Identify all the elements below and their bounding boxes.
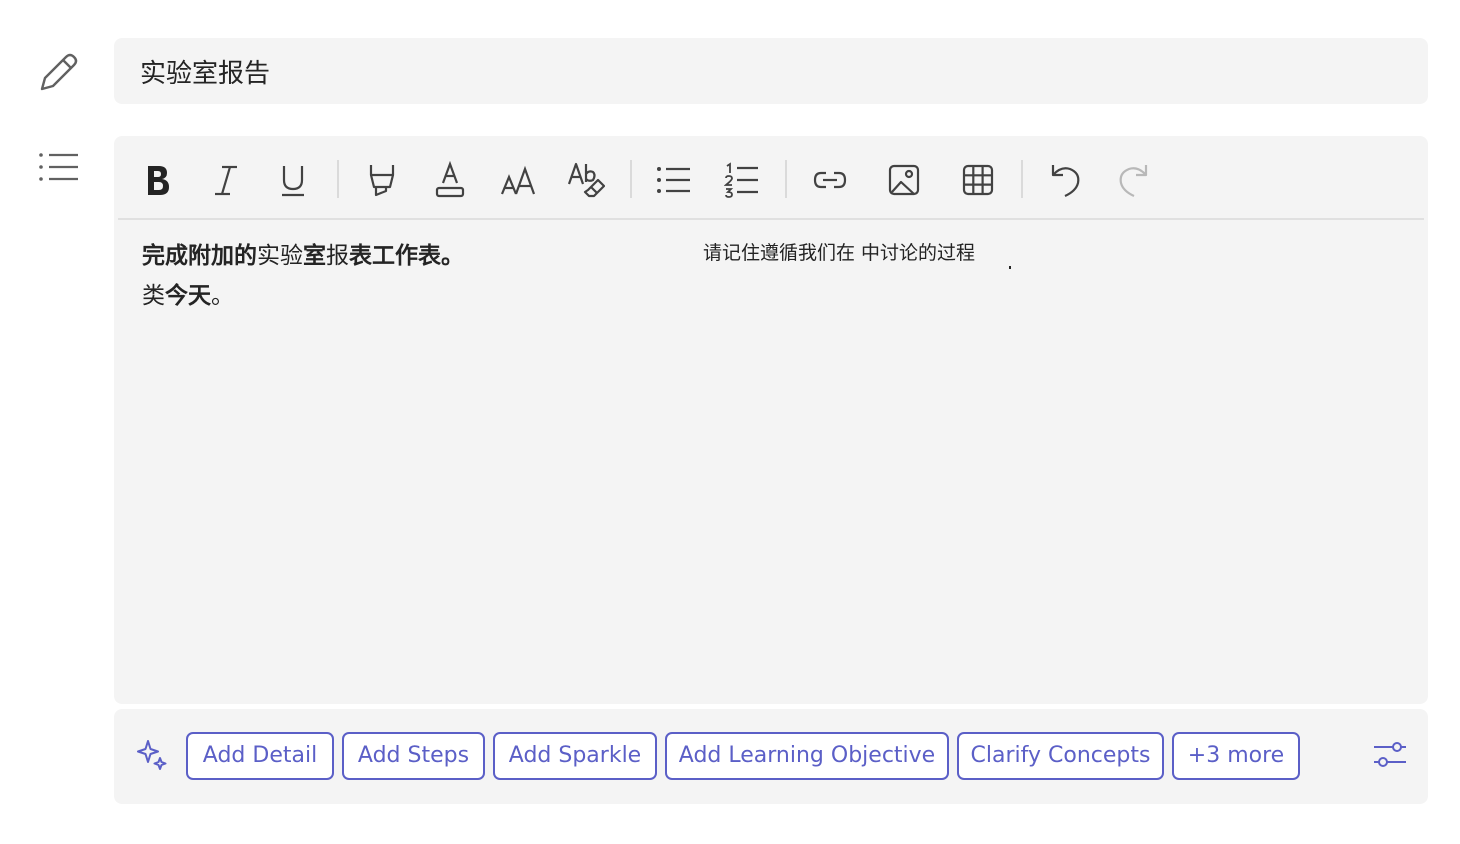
rich-text-editor[interactable]: 完成附加的实验室报表工作表。 类今天。 请记住遵循我们在 中讨论的过程 <box>114 136 1428 704</box>
toolbar-separator <box>1021 160 1023 198</box>
undo-icon <box>1049 161 1083 199</box>
bold-button[interactable] <box>134 156 182 204</box>
insert-table-button[interactable] <box>954 156 1002 204</box>
insert-image-button[interactable] <box>880 156 928 204</box>
undo-button[interactable] <box>1042 156 1090 204</box>
content-line-1: 完成附加的实验室报表工作表。 <box>142 236 464 276</box>
text-caret <box>1009 266 1011 269</box>
title-field-container <box>114 38 1428 104</box>
toolbar-separator <box>337 160 339 198</box>
italic-button[interactable] <box>202 156 250 204</box>
toolbar-divider <box>118 218 1424 220</box>
numbered-list-button[interactable] <box>718 156 766 204</box>
underline-icon <box>278 162 308 198</box>
add-sparkle-chip[interactable]: Add Sparkle <box>493 732 657 780</box>
image-icon <box>887 163 921 197</box>
redo-icon <box>1116 161 1150 199</box>
clarify-concepts-chip[interactable]: Clarify Concepts <box>957 732 1164 780</box>
underline-button[interactable] <box>269 156 317 204</box>
toolbar-separator <box>785 160 787 198</box>
sparkle-icon <box>132 735 172 775</box>
font-size-button[interactable] <box>494 156 542 204</box>
highlighter-icon <box>365 161 399 199</box>
more-suggestions-chip[interactable]: +3 more <box>1172 732 1300 780</box>
tune-settings-button[interactable] <box>1368 737 1412 775</box>
link-icon <box>812 168 848 192</box>
add-learning-objective-chip[interactable]: Add Learning Objective <box>665 732 949 780</box>
redo-button[interactable] <box>1109 156 1157 204</box>
italic-icon <box>211 162 241 198</box>
bold-icon <box>143 162 173 198</box>
sliders-icon <box>1372 738 1408 774</box>
text-run: 报 <box>326 243 349 269</box>
content-line-2: 类今天。 <box>142 276 464 316</box>
add-detail-chip[interactable]: Add Detail <box>186 732 334 780</box>
title-input[interactable] <box>140 38 1400 104</box>
font-size-icon <box>499 161 537 199</box>
bulleted-list-button[interactable] <box>650 156 698 204</box>
text-run: 类 <box>142 283 165 309</box>
pencil-icon <box>34 48 82 94</box>
floating-text-fragment: 请记住遵循我们在 中讨论的过程 <box>703 242 976 264</box>
text-run: 表工作表。 <box>349 243 464 269</box>
text-run: 。 <box>211 283 234 309</box>
editor-content[interactable]: 完成附加的实验室报表工作表。 类今天。 <box>142 236 464 316</box>
table-icon <box>961 163 995 197</box>
ai-suggestions-bar: Add Detail Add Steps Add Sparkle Add Lea… <box>114 709 1428 804</box>
formatting-toolbar <box>114 136 1428 220</box>
insert-link-button[interactable] <box>806 156 854 204</box>
text-run: 室 <box>303 243 326 269</box>
toolbar-separator <box>630 160 632 198</box>
description-list-icon <box>34 146 82 190</box>
add-steps-chip[interactable]: Add Steps <box>342 732 485 780</box>
text-run: 实验 <box>257 243 303 269</box>
clear-format-button[interactable] <box>562 156 610 204</box>
font-color-button[interactable] <box>426 156 474 204</box>
numbered-list-icon <box>724 161 760 199</box>
text-run: 今天 <box>165 283 211 309</box>
font-color-icon <box>433 161 467 199</box>
clear-format-icon <box>567 160 605 200</box>
bulleted-list-icon <box>656 165 692 195</box>
highlight-button[interactable] <box>358 156 406 204</box>
text-run: 完成附加的 <box>142 243 257 269</box>
